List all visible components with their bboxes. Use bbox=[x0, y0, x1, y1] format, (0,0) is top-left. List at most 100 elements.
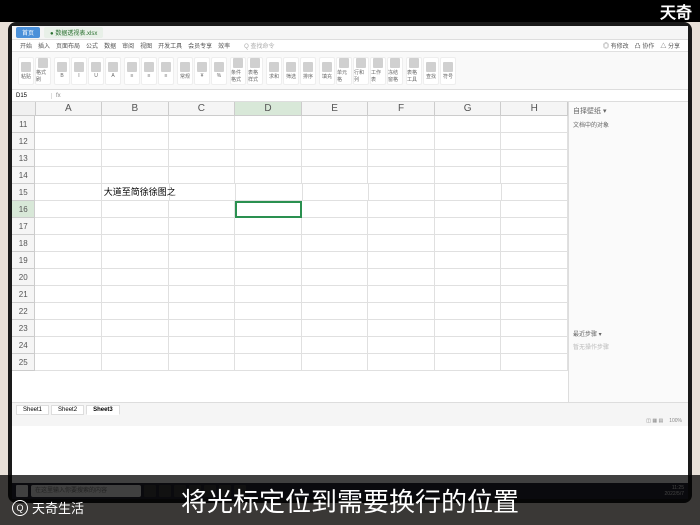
ribbon-button[interactable]: I bbox=[71, 57, 87, 85]
ribbon-button[interactable]: 查找 bbox=[423, 57, 439, 85]
cell[interactable] bbox=[501, 303, 568, 320]
cell[interactable] bbox=[501, 167, 568, 184]
cell-reference[interactable]: D15 bbox=[12, 93, 52, 99]
cell[interactable] bbox=[102, 320, 169, 337]
ribbon-button[interactable]: 单元格 bbox=[336, 57, 352, 85]
cell[interactable] bbox=[169, 133, 236, 150]
cell[interactable] bbox=[35, 286, 102, 303]
cell[interactable] bbox=[502, 184, 568, 201]
cell[interactable] bbox=[235, 354, 302, 371]
cell[interactable] bbox=[102, 201, 169, 218]
cell[interactable] bbox=[302, 201, 369, 218]
cell[interactable] bbox=[501, 218, 568, 235]
tab-document[interactable]: ● 数据透视表.xlsx bbox=[44, 27, 103, 38]
cell[interactable] bbox=[169, 201, 236, 218]
cell[interactable] bbox=[368, 116, 435, 133]
cell[interactable] bbox=[170, 184, 236, 201]
cell[interactable] bbox=[369, 184, 435, 201]
ribbon-button[interactable]: 工作表 bbox=[370, 57, 386, 85]
tab-home[interactable]: 首页 bbox=[16, 27, 40, 38]
sheet-tab[interactable]: Sheet2 bbox=[51, 405, 84, 415]
ribbon-button[interactable]: 表格样式 bbox=[247, 57, 263, 85]
ribbon-tab[interactable]: 数据 bbox=[104, 41, 116, 50]
ribbon-button[interactable]: ≡ bbox=[158, 57, 174, 85]
column-header[interactable]: B bbox=[102, 102, 169, 116]
cell[interactable] bbox=[102, 116, 169, 133]
cell[interactable] bbox=[169, 116, 236, 133]
row-header[interactable]: 12 bbox=[12, 133, 35, 150]
ribbon-button[interactable]: B bbox=[54, 57, 70, 85]
cell[interactable] bbox=[435, 286, 502, 303]
ribbon-tab[interactable]: 视图 bbox=[140, 41, 152, 50]
cell[interactable] bbox=[501, 116, 568, 133]
cell[interactable] bbox=[302, 337, 369, 354]
panel-title[interactable]: 自择壁纸 ▾ bbox=[573, 106, 684, 116]
cell[interactable] bbox=[368, 354, 435, 371]
cell[interactable] bbox=[501, 269, 568, 286]
cell[interactable] bbox=[102, 354, 169, 371]
cell[interactable] bbox=[35, 184, 101, 201]
cell[interactable] bbox=[368, 133, 435, 150]
cell[interactable] bbox=[235, 286, 302, 303]
cell[interactable] bbox=[302, 167, 369, 184]
ribbon-button[interactable]: 筛选 bbox=[283, 57, 299, 85]
cell[interactable] bbox=[35, 218, 102, 235]
ribbon-search[interactable]: Q 查找命令 bbox=[244, 41, 274, 50]
cell[interactable] bbox=[435, 133, 502, 150]
ribbon-button[interactable]: ≡ bbox=[141, 57, 157, 85]
cell[interactable] bbox=[235, 150, 302, 167]
cell[interactable] bbox=[435, 218, 502, 235]
cell[interactable] bbox=[35, 303, 102, 320]
column-header[interactable]: E bbox=[302, 102, 369, 116]
ribbon-button[interactable]: % bbox=[211, 57, 227, 85]
cell[interactable] bbox=[501, 354, 568, 371]
cell[interactable] bbox=[235, 167, 302, 184]
cell[interactable] bbox=[368, 303, 435, 320]
column-header[interactable]: G bbox=[435, 102, 502, 116]
cell[interactable] bbox=[435, 235, 502, 252]
cell[interactable] bbox=[501, 252, 568, 269]
cell[interactable] bbox=[435, 354, 502, 371]
sheet-tab[interactable]: Sheet1 bbox=[16, 405, 49, 415]
cell[interactable] bbox=[169, 320, 236, 337]
cell[interactable] bbox=[102, 269, 169, 286]
ribbon-button[interactable]: 排序 bbox=[300, 57, 316, 85]
cell[interactable] bbox=[235, 133, 302, 150]
row-header[interactable]: 24 bbox=[12, 337, 35, 354]
ribbon-button[interactable]: 条件格式 bbox=[230, 57, 246, 85]
column-header[interactable]: D bbox=[235, 102, 302, 116]
row-header[interactable]: 20 bbox=[12, 269, 35, 286]
cell[interactable] bbox=[435, 116, 502, 133]
ribbon-button[interactable]: 格式刷 bbox=[35, 57, 51, 85]
cell[interactable] bbox=[435, 201, 502, 218]
ribbon-button[interactable]: 粘贴 bbox=[18, 57, 34, 85]
row-header[interactable]: 11 bbox=[12, 116, 35, 133]
ribbon-button[interactable]: 填充 bbox=[319, 57, 335, 85]
ribbon-button[interactable]: 行和列 bbox=[353, 57, 369, 85]
cell[interactable] bbox=[35, 150, 102, 167]
ribbon-tab[interactable]: 开始 bbox=[20, 41, 32, 50]
cell[interactable] bbox=[35, 167, 102, 184]
cell[interactable] bbox=[435, 184, 501, 201]
cell[interactable] bbox=[368, 235, 435, 252]
ribbon-tab[interactable]: 会员专享 bbox=[188, 41, 212, 50]
cell[interactable] bbox=[302, 252, 369, 269]
zoom-level[interactable]: 100% bbox=[669, 418, 682, 424]
cell[interactable] bbox=[302, 218, 369, 235]
panel-item[interactable]: 文档中的对象 bbox=[573, 120, 684, 129]
cell[interactable]: 大道至简徐徐图之 bbox=[102, 184, 170, 201]
cell[interactable] bbox=[169, 337, 236, 354]
ribbon-tab[interactable]: 审阅 bbox=[122, 41, 134, 50]
column-header[interactable]: H bbox=[501, 102, 568, 116]
cell[interactable] bbox=[435, 150, 502, 167]
column-header[interactable]: F bbox=[368, 102, 435, 116]
cell[interactable] bbox=[368, 252, 435, 269]
ribbon-tab[interactable]: 页面布局 bbox=[56, 41, 80, 50]
cell[interactable] bbox=[435, 337, 502, 354]
column-header[interactable]: C bbox=[169, 102, 236, 116]
cell[interactable] bbox=[169, 354, 236, 371]
cell[interactable] bbox=[368, 286, 435, 303]
row-header[interactable]: 19 bbox=[12, 252, 35, 269]
cell[interactable] bbox=[35, 133, 102, 150]
cell[interactable] bbox=[102, 303, 169, 320]
